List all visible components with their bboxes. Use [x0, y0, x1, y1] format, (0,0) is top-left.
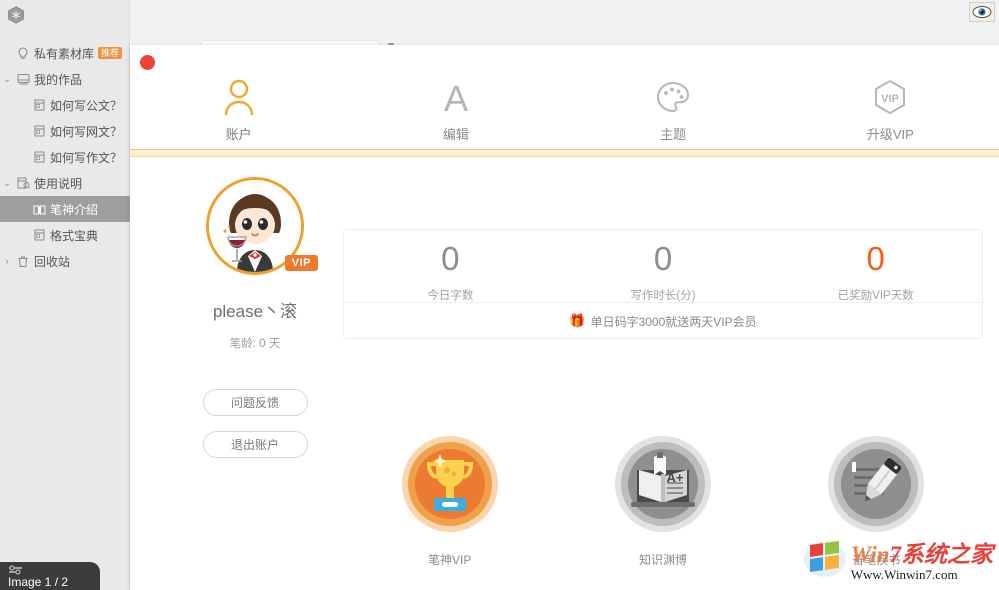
gift-icon: 🎁: [569, 313, 586, 328]
windows-flag-icon: [803, 539, 847, 584]
twisty[interactable]: ⌄: [0, 74, 14, 85]
svg-text:A: A: [444, 78, 468, 116]
doc-icon: [30, 99, 48, 111]
recommend-badge: 推荐: [98, 46, 123, 60]
badge-caption: 知识渊博: [638, 553, 687, 567]
pen-age: 笔龄: 0 天: [229, 338, 281, 350]
screen: 私有素材库 推荐 ⌄ 我的作品 如何写公文？ 如何写网文？ 如何写作文？ ⌄ 使…: [0, 0, 999, 590]
twisty[interactable]: ›: [0, 256, 14, 266]
stat-vip-days-awarded: 0 已奖励VIP天数: [769, 230, 982, 302]
sidebar-item-how-to-write-essay[interactable]: 如何写作文？: [0, 144, 130, 170]
modal-tabs: 账户 A 编辑 主题 VIP 升级VIP: [130, 45, 999, 149]
trophy-medal-icon: [400, 434, 500, 539]
twisty[interactable]: ⌄: [0, 178, 14, 189]
account-panel-body: VIP please丶滚 笔龄: 0 天 问题反馈 退出账户 0 今日字数 0 …: [130, 157, 999, 590]
username: please丶滚: [212, 302, 298, 321]
sidebar-item-label: 使用说明: [34, 176, 83, 191]
tab-label: 主题: [660, 127, 687, 142]
pencil-medal-icon: [826, 434, 926, 539]
sidebar-item-label: 我的作品: [34, 72, 83, 87]
tab-upgrade-vip[interactable]: VIP 升级VIP: [782, 45, 999, 149]
sidebar-item-my-works[interactable]: ⌄ 我的作品: [0, 66, 130, 92]
stats-card: 0 今日字数 0 写作时长(分) 0 已奖励VIP天数 🎁 单日码字3000就送…: [343, 229, 983, 339]
trash-icon: [14, 255, 32, 268]
doc-icon: [30, 125, 48, 137]
book-icon: [14, 73, 32, 85]
stat-writing-minutes: 0 写作时长(分): [557, 230, 770, 302]
open-book-icon: [30, 204, 48, 215]
stat-label: 已奖励VIP天数: [837, 290, 914, 302]
vip-hex-icon: VIP: [872, 77, 908, 117]
image-counter-overlay: Image 1 / 2: [0, 562, 100, 590]
stat-value: 0: [866, 240, 885, 277]
sidebar-item-label: 回收站: [34, 254, 71, 269]
sidebar-item-label: 笔神介绍: [50, 202, 99, 217]
watermark-line1: Win7系统之家: [851, 543, 993, 566]
vip-badge: VIP: [284, 255, 318, 271]
sidebar-item-bishen-intro[interactable]: 笔神介绍: [0, 196, 130, 222]
avatar[interactable]: VIP: [206, 177, 318, 275]
badge-bishen-vip[interactable]: 笔神VIP: [400, 434, 500, 568]
tab-account[interactable]: 账户: [130, 45, 347, 149]
book-laptop-icon: A+: [613, 434, 713, 539]
promo-banner[interactable]: 🎁 单日码字3000就送两天VIP会员: [344, 302, 982, 339]
watermark-text: Win7系统之家 Www.Winwin7.com: [851, 543, 993, 581]
svg-text:A+: A+: [666, 470, 683, 485]
sidebar-tree: 私有素材库 推荐 ⌄ 我的作品 如何写公文？ 如何写网文？ 如何写作文？ ⌄ 使…: [0, 40, 130, 274]
stat-today-words: 0 今日字数: [344, 230, 557, 302]
profile-column: VIP please丶滚 笔龄: 0 天 问题反馈 退出账户: [155, 177, 355, 458]
tab-edit[interactable]: A 编辑: [347, 45, 564, 149]
logout-button[interactable]: 退出账户: [202, 431, 308, 458]
feedback-button[interactable]: 问题反馈: [202, 389, 308, 416]
wm-cn: 系统之家: [901, 541, 993, 567]
sidebar-item-label: 如何写作文？: [50, 150, 123, 165]
sidebar-item-how-to-write-web[interactable]: 如何写网文？: [0, 118, 130, 144]
sidebar-item-label: 私有素材库: [34, 46, 95, 61]
stat-label: 今日字数: [427, 290, 474, 302]
hex-logo-icon: [4, 3, 28, 27]
sidebar-item-instructions[interactable]: ⌄ 使用说明: [0, 170, 130, 196]
svg-text:VIP: VIP: [882, 93, 900, 105]
stats-row: 0 今日字数 0 写作时长(分) 0 已奖励VIP天数: [344, 230, 982, 302]
badge-caption: 笔神VIP: [427, 553, 472, 567]
sidebar-item-private-library[interactable]: 私有素材库 推荐: [0, 40, 130, 66]
letter-a-icon: A: [439, 77, 473, 117]
account-modal: 账户 A 编辑 主题 VIP 升级VIP VIP please丶滚 笔龄: 0 …: [130, 45, 999, 590]
eye-icon[interactable]: [969, 2, 995, 22]
manual-icon: [14, 177, 32, 189]
layers-icon: [8, 565, 24, 580]
badge-knowledgeable[interactable]: A+ 知识渊博: [613, 434, 713, 568]
tab-underline: [130, 149, 999, 157]
bulb-icon: [14, 46, 32, 60]
watermark-line2: Www.Winwin7.com: [850, 566, 958, 582]
tab-label: 编辑: [442, 127, 469, 142]
promo-text: 单日码字3000就送两天VIP会员: [590, 314, 757, 329]
sidebar-item-format-guide[interactable]: 格式宝典: [0, 222, 130, 248]
tab-label: 账户: [225, 127, 252, 142]
stat-value: 0: [441, 240, 460, 277]
sidebar-item-recycle-bin[interactable]: › 回收站: [0, 248, 130, 274]
sidebar-item-label: 格式宝典: [50, 228, 99, 243]
doc-icon: [30, 229, 48, 241]
wm-7: 7: [889, 541, 902, 567]
stat-value: 0: [653, 240, 673, 277]
watermark: Win7系统之家 Www.Winwin7.com: [803, 539, 993, 584]
sidebar-item-label: 如何写网文？: [50, 124, 123, 139]
sidebar-item-how-to-write-official[interactable]: 如何写公文？: [0, 92, 130, 118]
stat-label: 写作时长(分): [630, 290, 696, 302]
doc-icon: [30, 151, 48, 163]
wm-win: Win: [850, 541, 890, 567]
sidebar-item-label: 如何写公文？: [50, 98, 123, 113]
user-icon: [222, 77, 256, 117]
tab-theme[interactable]: 主题: [565, 45, 782, 149]
palette-icon: [655, 77, 691, 117]
tab-label: 升级VIP: [866, 127, 914, 142]
